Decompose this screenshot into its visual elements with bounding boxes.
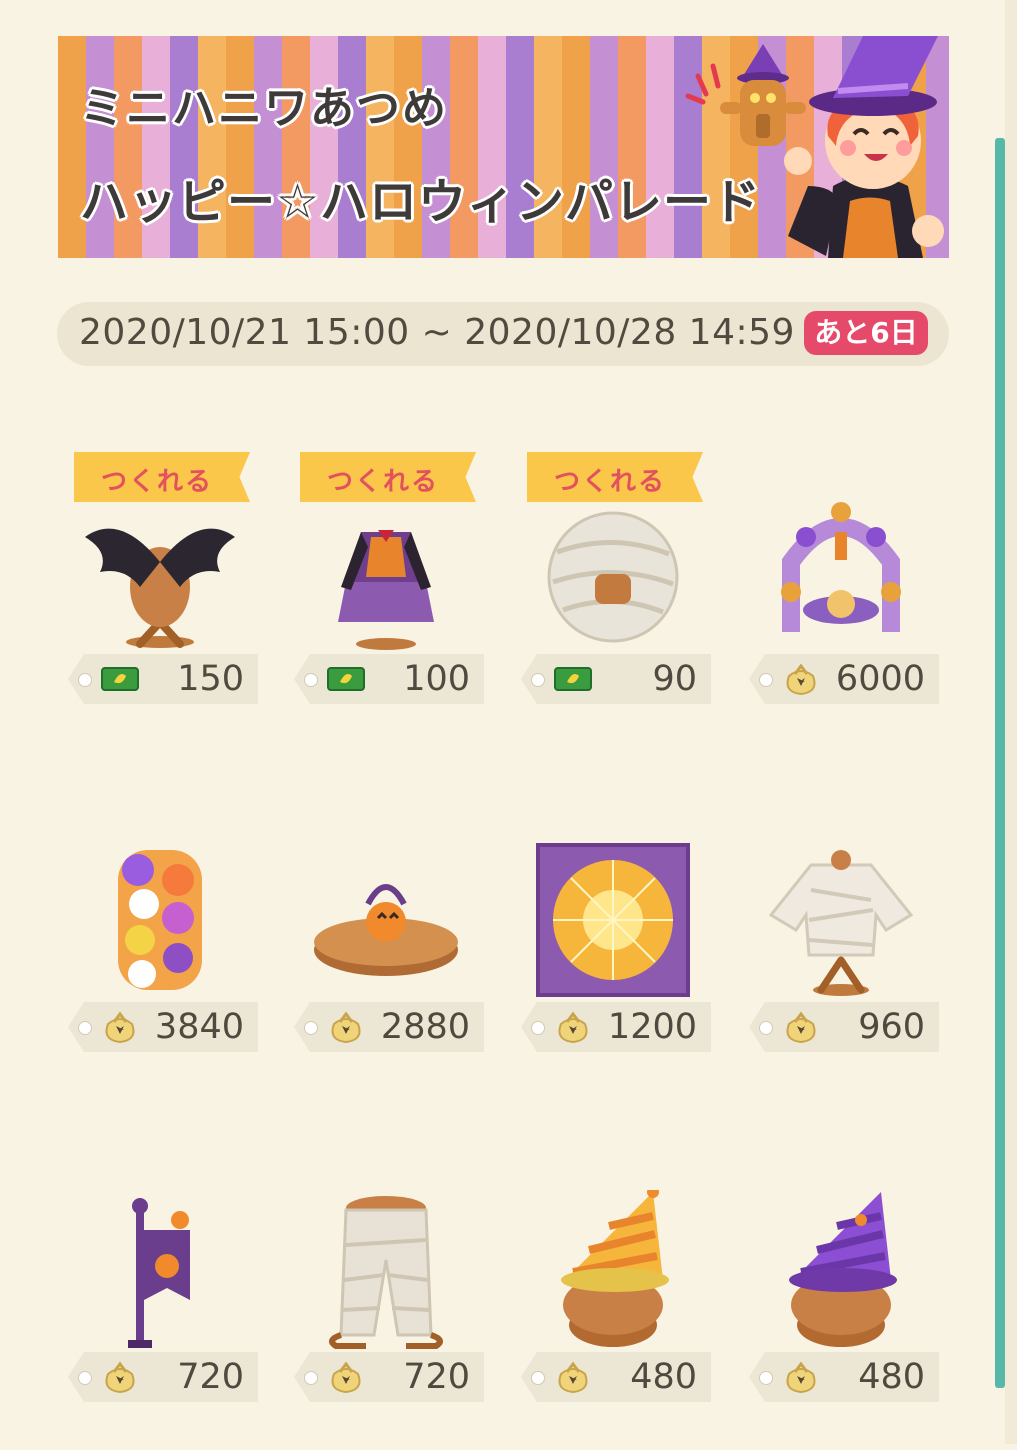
tag-hole <box>531 1021 545 1035</box>
right-edge <box>1005 0 1017 1444</box>
event-period: 2020/10/21 15:00 ~ 2020/10/28 14:59 あと6日 <box>57 302 949 366</box>
price-value: 90 <box>652 659 697 699</box>
price-tag: 90 <box>521 654 711 704</box>
scrollbar[interactable] <box>995 138 1005 1388</box>
price-value: 6000 <box>835 659 925 699</box>
price-tag: 960 <box>749 1002 939 1052</box>
price-tag: 3840 <box>68 1002 258 1052</box>
bells-bag-icon <box>331 1011 361 1044</box>
price-tag: 100 <box>294 654 484 704</box>
price-tag: 480 <box>521 1352 711 1402</box>
price-tag: 720 <box>294 1352 484 1402</box>
shop-item[interactable]: 720 <box>60 1150 260 1450</box>
mummy-mask-icon <box>547 511 679 643</box>
witch-villager-icon <box>685 36 944 258</box>
bells-bag-icon <box>105 1011 135 1044</box>
halloween-balloon-arch-icon <box>781 502 901 632</box>
bells-bag-icon <box>786 1361 816 1394</box>
shop-item[interactable]: 720 <box>286 1150 486 1450</box>
spiderweb-floor-icon <box>536 843 690 997</box>
shop-item[interactable]: つくれる 100 <box>286 452 486 752</box>
orange-party-hat-icon <box>561 1190 669 1347</box>
tag-hole <box>759 1371 773 1385</box>
crow-wings-icon <box>85 528 235 648</box>
tag-hole <box>759 1021 773 1035</box>
pumpkin-pedestal-icon <box>314 884 458 976</box>
tag-hole <box>531 673 545 687</box>
event-banner[interactable]: ミニハニワあつめ ハッピー☆ハロウィンパレード <box>58 36 949 258</box>
tag-hole <box>78 673 92 687</box>
price-value: 2880 <box>380 1007 470 1047</box>
tag-hole <box>531 1371 545 1385</box>
shop-item[interactable]: 480 <box>513 1150 713 1450</box>
ticket-icon <box>101 667 139 691</box>
tag-hole <box>304 673 318 687</box>
price-value: 3840 <box>154 1007 244 1047</box>
price-value: 480 <box>630 1357 697 1397</box>
shop-item[interactable]: つくれる 150 <box>60 452 260 752</box>
price-value: 150 <box>177 659 244 699</box>
shop-item[interactable]: 1200 <box>513 800 713 1100</box>
ticket-icon <box>327 667 365 691</box>
price-value: 720 <box>403 1357 470 1397</box>
bells-bag-icon <box>786 1011 816 1044</box>
price-value: 960 <box>858 1007 925 1047</box>
shop-item[interactable]: 3840 <box>60 800 260 1100</box>
remaining-days-badge: あと6日 <box>804 311 928 355</box>
bells-bag-icon <box>331 1361 361 1394</box>
price-tag: 480 <box>749 1352 939 1402</box>
shop-item[interactable]: 6000 <box>741 452 941 752</box>
price-tag: 6000 <box>749 654 939 704</box>
mummy-shirt-icon <box>768 850 914 996</box>
bells-bag-icon <box>558 1361 588 1394</box>
purple-party-hat-icon <box>789 1192 897 1347</box>
price-tag: 150 <box>68 654 258 704</box>
bells-bag-icon <box>786 663 816 696</box>
witch-dress-icon <box>338 530 434 650</box>
shop-item[interactable]: 2880 <box>286 800 486 1100</box>
tag-hole <box>78 1371 92 1385</box>
bells-bag-icon <box>105 1361 135 1394</box>
price-value: 720 <box>177 1357 244 1397</box>
tag-hole <box>304 1021 318 1035</box>
price-tag: 2880 <box>294 1002 484 1052</box>
balloon-pillar-icon <box>118 850 202 990</box>
price-value: 1200 <box>607 1007 697 1047</box>
shop-item[interactable]: 480 <box>741 1150 941 1450</box>
shop-item[interactable]: 960 <box>741 800 941 1100</box>
banner-title: ミニハニワあつめ <box>80 83 448 134</box>
halloween-flag-lamp-icon <box>128 1198 190 1348</box>
shop-item[interactable]: つくれる 90 <box>513 452 713 752</box>
period-text: 2020/10/21 15:00 ~ 2020/10/28 14:59 <box>79 312 795 353</box>
tag-hole <box>759 673 773 687</box>
price-value: 100 <box>403 659 470 699</box>
tag-hole <box>78 1021 92 1035</box>
price-tag: 720 <box>68 1352 258 1402</box>
bells-bag-icon <box>558 1011 588 1044</box>
ticket-icon <box>554 667 592 691</box>
mummy-pants-icon <box>329 1196 443 1349</box>
tag-hole <box>304 1371 318 1385</box>
price-value: 480 <box>858 1357 925 1397</box>
price-tag: 1200 <box>521 1002 711 1052</box>
